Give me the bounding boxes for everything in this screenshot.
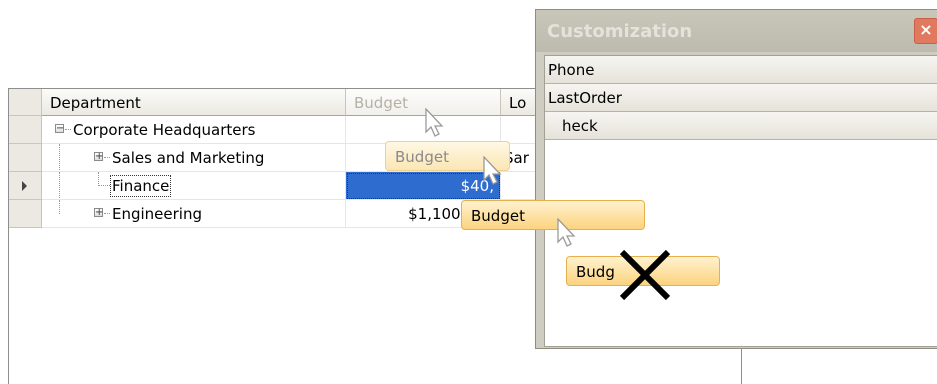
node-label: Corporate Headquarters — [73, 121, 256, 139]
tree-connector — [104, 157, 110, 158]
budget-cell-selected[interactable]: $40, — [346, 172, 501, 200]
mouse-pointer-icon — [483, 156, 502, 185]
drag-ghost-budget: Budget — [461, 200, 645, 230]
customization-form: Customization × Phone LastOrder heck — [535, 9, 937, 349]
department-cell[interactable]: − Corporate Headquarters — [42, 116, 346, 144]
mouse-pointer-icon — [425, 108, 444, 137]
department-cell[interactable]: Finance — [42, 172, 346, 200]
tree-connector — [104, 213, 110, 214]
field-button-lastorder[interactable]: LastOrder — [545, 84, 937, 112]
header-indicator-corner — [9, 89, 42, 116]
field-button-check[interactable]: heck — [545, 112, 937, 140]
expand-node-icon[interactable]: + — [94, 208, 103, 218]
focused-row-arrow-icon — [22, 181, 27, 191]
customization-title[interactable]: Customization — [536, 10, 937, 52]
tree-connector — [59, 200, 60, 214]
row-indicator[interactable] — [9, 116, 42, 144]
department-cell[interactable]: + Sales and Marketing — [42, 144, 346, 172]
node-label: Engineering — [112, 205, 202, 223]
drop-not-allowed-icon — [619, 249, 671, 301]
close-button[interactable]: × — [914, 18, 937, 44]
department-cell[interactable]: + Engineering — [42, 200, 346, 228]
tree-connector — [59, 172, 60, 199]
row-indicator[interactable] — [9, 172, 42, 200]
expand-node-icon[interactable]: + — [94, 152, 103, 162]
tree-connector — [98, 172, 99, 186]
field-button-phone[interactable]: Phone — [545, 56, 937, 84]
node-label: Sales and Marketing — [112, 149, 265, 167]
column-header-department[interactable]: Department — [42, 89, 346, 116]
node-label: Finance — [109, 175, 172, 197]
tree-connector — [65, 129, 71, 130]
column-header-budget[interactable]: Budget — [346, 89, 501, 116]
row-indicator[interactable] — [9, 144, 42, 172]
tree-connector — [59, 144, 60, 171]
row-indicator[interactable] — [9, 200, 42, 228]
collapse-node-icon[interactable]: − — [55, 124, 64, 134]
tree-connector — [99, 185, 110, 186]
budget-cell[interactable] — [346, 116, 501, 144]
mouse-pointer-icon — [557, 218, 576, 247]
